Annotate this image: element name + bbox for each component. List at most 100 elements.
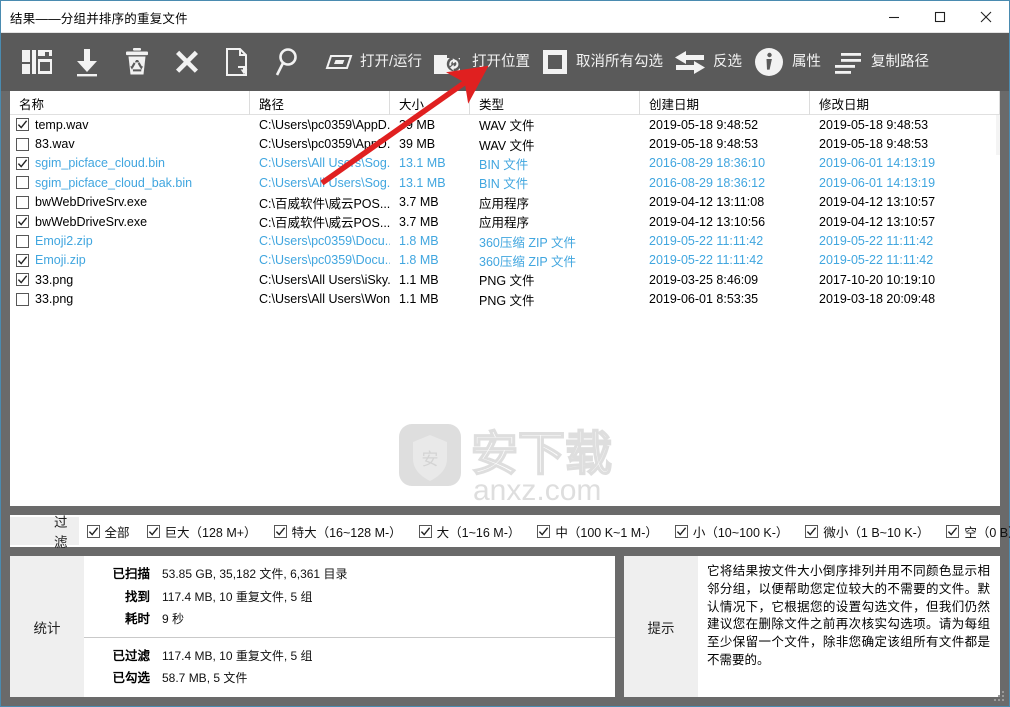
recycle-bin-icon bbox=[118, 43, 156, 81]
filter-option[interactable]: 特大（16~128 M-） bbox=[273, 522, 402, 541]
toolbar-open-location-button[interactable]: 打开位置 bbox=[427, 38, 533, 86]
filter-checkbox[interactable] bbox=[946, 524, 960, 538]
toolbar-save-button[interactable] bbox=[15, 38, 63, 86]
cell-modified: 2019-03-18 20:09:48 bbox=[819, 292, 936, 307]
cell-name: 83.wav bbox=[35, 137, 75, 152]
table-row[interactable]: bwWebDriveSrv.exe C:\百威软件\威云POS... 3.7 MB 应… bbox=[10, 193, 1000, 212]
filter-checkbox[interactable] bbox=[273, 524, 287, 538]
cell-name-wrap: sgim_picface_cloud.bin bbox=[10, 154, 250, 173]
statistic-key: 已勾选 bbox=[112, 671, 150, 685]
filter-checkbox[interactable] bbox=[805, 524, 819, 538]
column-header-size[interactable]: 大小 bbox=[390, 91, 470, 115]
filter-option[interactable]: 大（1~16 M-） bbox=[418, 522, 520, 541]
cell-type: WAV 文件 bbox=[479, 138, 535, 153]
cell-created: 2019-05-18 9:48:52 bbox=[649, 117, 759, 132]
cell-name-wrap: 33.png bbox=[10, 270, 250, 289]
table-row[interactable]: temp.wav C:\Users\pc0359\AppD... 39 MB WAV … bbox=[10, 115, 1000, 134]
filter-option[interactable]: 小（10~100 K-） bbox=[674, 522, 788, 541]
table-row[interactable]: bwWebDriveSrv.exe C:\百威软件\威云POS... 3.7 MB 应… bbox=[10, 212, 1000, 231]
cell-created: 2019-05-22 11:11:42 bbox=[649, 234, 764, 249]
cell-path: C:\Users\pc0359\AppD... bbox=[259, 117, 390, 132]
uncheck-all-icon bbox=[538, 45, 572, 79]
row-checkbox[interactable] bbox=[16, 118, 29, 132]
row-checkbox[interactable] bbox=[16, 234, 29, 248]
filter-option[interactable]: 全部 bbox=[86, 522, 130, 541]
toolbar-uncheck-all-button[interactable]: 取消所有勾选 bbox=[535, 38, 666, 86]
table-row[interactable]: Emoji.zip C:\Users\pc0359\Docu... 1.8 MB 36… bbox=[10, 251, 1000, 270]
vertical-scrollbar[interactable] bbox=[996, 115, 1000, 155]
column-header-created[interactable]: 创建日期 bbox=[640, 91, 810, 115]
table-row[interactable]: sgim_picface_cloud_bak.bin C:\Users\All U… bbox=[10, 173, 1000, 192]
filter-checkbox[interactable] bbox=[418, 524, 432, 538]
filter-checkbox[interactable] bbox=[86, 524, 100, 538]
row-checkbox[interactable] bbox=[16, 215, 29, 229]
row-checkbox[interactable] bbox=[16, 176, 29, 190]
cell-name: bwWebDriveSrv.exe bbox=[35, 195, 148, 210]
cell-name: temp.wav bbox=[35, 117, 89, 132]
row-checkbox[interactable] bbox=[16, 292, 29, 306]
filter-option[interactable]: 空（0 B） bbox=[946, 522, 1010, 541]
table-row[interactable]: 33.png C:\Users\All Users\Won... 1.1 MB PNG… bbox=[10, 290, 1000, 309]
filter-option[interactable]: 中（100 K~1 M-） bbox=[537, 522, 658, 541]
caption-button-group bbox=[871, 1, 1009, 33]
toolbar-label: 取消所有勾选 bbox=[576, 53, 664, 70]
cell-created: 2019-04-12 13:11:08 bbox=[649, 195, 765, 210]
save-icon bbox=[18, 43, 56, 81]
row-checkbox[interactable] bbox=[16, 195, 29, 209]
column-header-type[interactable]: 类型 bbox=[470, 91, 640, 115]
column-header-name[interactable]: 名称 bbox=[10, 91, 250, 115]
column-header-path[interactable]: 路径 bbox=[250, 91, 390, 115]
close-button[interactable] bbox=[963, 1, 1009, 33]
cell-path: C:\Users\pc0359\Docu... bbox=[259, 234, 390, 249]
filter-checkbox[interactable] bbox=[146, 524, 160, 538]
statistic-value: 53.85 GB, 35,182 文件, 6,361 目录 bbox=[162, 567, 348, 581]
toolbar-search-button[interactable] bbox=[265, 38, 313, 86]
toolbar-delete-button[interactable] bbox=[165, 38, 213, 86]
cell-name-wrap: bwWebDriveSrv.exe bbox=[10, 193, 250, 212]
row-checkbox[interactable] bbox=[16, 253, 29, 267]
cell-name-wrap: temp.wav bbox=[10, 115, 250, 134]
properties-info-icon bbox=[750, 43, 788, 81]
toolbar-move-button[interactable] bbox=[215, 38, 263, 86]
download-icon bbox=[68, 43, 106, 81]
list-body[interactable]: temp.wav C:\Users\pc0359\AppD... 39 MB WAV … bbox=[10, 115, 1000, 506]
toolbar-properties-button[interactable]: 属性 bbox=[747, 38, 824, 86]
row-checkbox[interactable] bbox=[16, 137, 29, 151]
statistic-value: 117.4 MB, 10 重复文件, 5 组 bbox=[162, 589, 313, 604]
toolbar-open-run-button[interactable]: 打开/运行 bbox=[315, 38, 425, 86]
cell-name: Emoji2.zip bbox=[35, 234, 93, 249]
toolbar-invert-selection-button[interactable]: 反选 bbox=[668, 38, 745, 86]
hint-text: 它将结果按文件大小倒序排列并用不同颜色显示相邻分组，以便帮助您定位较大的不需要的… bbox=[707, 564, 990, 667]
filter-option[interactable]: 巨大（128 M+） bbox=[146, 522, 257, 541]
cell-size: 39 MB bbox=[399, 137, 436, 152]
filter-checkbox[interactable] bbox=[674, 524, 688, 538]
toolbar-recycle-button[interactable] bbox=[115, 38, 163, 86]
table-row[interactable]: 83.wav C:\Users\pc0359\AppD... 39 MB WAV 文件… bbox=[10, 134, 1000, 153]
cell-created: 2016-08-29 18:36:10 bbox=[649, 156, 766, 171]
toolbar-download-button[interactable] bbox=[65, 38, 113, 86]
cell-created: 2016-08-29 18:36:12 bbox=[649, 175, 766, 190]
statistic-row: 找到 117.4 MB, 10 重复文件, 5 组 bbox=[84, 586, 615, 609]
column-header-modified[interactable]: 修改日期 bbox=[810, 91, 1000, 115]
statistics-panel: 统计 已扫描 53.85 GB, 35,182 文件, 6,361 目录 找到 117… bbox=[10, 556, 615, 697]
toolbar-copy-path-button[interactable]: 复制路径 bbox=[826, 38, 932, 86]
row-checkbox[interactable] bbox=[16, 273, 29, 287]
table-row[interactable]: sgim_picface_cloud.bin C:\Users\All Users… bbox=[10, 154, 1000, 173]
maximize-button[interactable] bbox=[917, 1, 963, 33]
cell-modified: 2019-05-18 9:48:53 bbox=[819, 117, 929, 132]
cell-name-wrap: sgim_picface_cloud_bak.bin bbox=[10, 173, 250, 192]
filter-option-label: 中（100 K~1 M-） bbox=[555, 525, 658, 540]
invert-selection-icon bbox=[671, 43, 709, 81]
cell-size: 1.8 MB bbox=[399, 253, 439, 268]
resize-grip[interactable] bbox=[994, 691, 1006, 703]
table-row[interactable]: 33.png C:\Users\All Users\iSky... 1.1 MB PN… bbox=[10, 270, 1000, 289]
table-row[interactable]: Emoji2.zip C:\Users\pc0359\Docu... 1.8 MB 3… bbox=[10, 231, 1000, 250]
cell-modified: 2019-04-12 13:10:57 bbox=[819, 195, 936, 210]
filter-option[interactable]: 微小（1 B~10 K-） bbox=[805, 522, 929, 541]
minimize-button[interactable] bbox=[871, 1, 917, 33]
title-bar: 结果——分组并排序的重复文件 bbox=[1, 1, 1009, 33]
cell-name-wrap: Emoji2.zip bbox=[10, 231, 250, 250]
cell-type: PNG 文件 bbox=[479, 274, 535, 289]
filter-checkbox[interactable] bbox=[537, 524, 551, 538]
row-checkbox[interactable] bbox=[16, 156, 29, 170]
